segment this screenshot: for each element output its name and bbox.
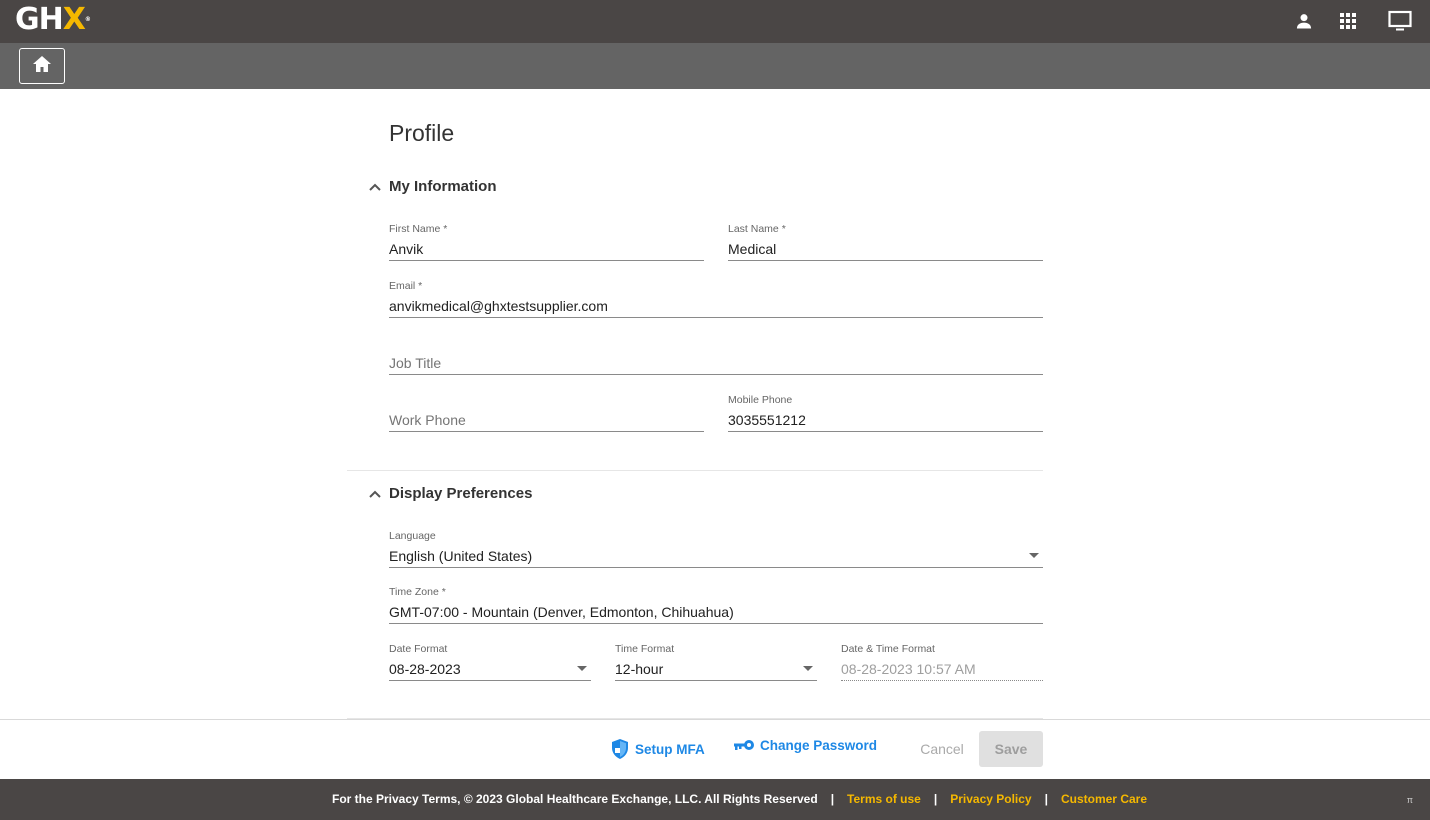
last-name-field[interactable]: Last Name * Medical (728, 221, 1043, 261)
sub-bar (0, 43, 1430, 89)
profile-content: Profile My Information First Name * Anvi… (0, 89, 1430, 720)
key-icon (733, 739, 755, 753)
shield-icon (610, 738, 630, 760)
work-phone-field[interactable]: Work Phone (389, 392, 704, 432)
job-title-placeholder: Job Title (389, 355, 442, 371)
date-format-value: 08-28-2023 (389, 661, 461, 677)
email-label: Email * (389, 280, 423, 292)
last-name-value: Medical (728, 241, 777, 257)
email-value: anvikmedical@ghxtestsupplier.com (389, 298, 608, 314)
apps-grid-icon[interactable] (1336, 9, 1360, 33)
home-icon (32, 55, 52, 78)
date-time-format-field: Date & Time Format 08-28-2023 10:57 AM (841, 641, 1043, 681)
ghx-logo[interactable]: GHX® (15, 2, 91, 38)
privacy-policy-link[interactable]: Privacy Policy (950, 792, 1031, 806)
user-icon[interactable] (1292, 9, 1316, 33)
time-format-label: Time Format (615, 643, 675, 655)
mobile-phone-label: Mobile Phone (728, 394, 793, 406)
logo-trademark: ® (84, 16, 91, 23)
first-name-label: First Name * (389, 223, 448, 235)
footer-separator: | (830, 792, 835, 806)
save-button[interactable]: Save (979, 731, 1043, 767)
first-name-field[interactable]: First Name * Anvik (389, 221, 704, 261)
customer-care-link[interactable]: Customer Care (1061, 792, 1147, 806)
footer-separator: | (1044, 792, 1048, 806)
change-password-button[interactable]: Change Password (733, 738, 877, 753)
date-format-select[interactable]: Date Format 08-28-2023 (389, 641, 591, 681)
pi-link[interactable]: π (1407, 795, 1413, 805)
setup-mfa-button[interactable]: Setup MFA (610, 738, 705, 760)
my-information-toggle[interactable]: My Information (367, 178, 497, 195)
first-name-value: Anvik (389, 241, 424, 257)
chevron-up-icon (367, 486, 383, 502)
footer: For the Privacy Terms, © 2023 Global Hea… (0, 779, 1430, 820)
work-phone-placeholder: Work Phone (389, 412, 466, 428)
email-field[interactable]: Email * anvikmedical@ghxtestsupplier.com (389, 278, 1043, 318)
time-format-select[interactable]: Time Format 12-hour (615, 641, 817, 681)
time-format-value: 12-hour (615, 661, 664, 677)
last-name-label: Last Name * (728, 223, 786, 235)
footer-separator: | (933, 792, 938, 806)
section-title-display-preferences: Display Preferences (389, 485, 533, 502)
terms-of-use-link[interactable]: Terms of use (847, 792, 921, 806)
change-password-label: Change Password (760, 738, 878, 753)
language-label: Language (389, 530, 436, 542)
time-zone-value: GMT-07:00 - Mountain (Denver, Edmonton, … (389, 604, 734, 620)
monitor-icon[interactable] (1388, 9, 1412, 33)
top-bar: GHX® (0, 0, 1430, 43)
action-bar: Setup MFA Change Password Cancel Save (0, 719, 1430, 779)
time-zone-field[interactable]: Time Zone * GMT-07:00 - Mountain (Denver… (389, 584, 1043, 624)
copyright-text: For the Privacy Terms, © 2023 Global Hea… (332, 792, 818, 806)
setup-mfa-label: Setup MFA (635, 741, 705, 757)
time-zone-label: Time Zone * (389, 586, 446, 598)
cancel-button[interactable]: Cancel (912, 731, 972, 767)
footer-links: For the Privacy Terms, © 2023 Global Hea… (332, 792, 1147, 806)
date-time-format-label: Date & Time Format (841, 643, 935, 655)
display-preferences-toggle[interactable]: Display Preferences (367, 485, 532, 502)
job-title-field[interactable]: Job Title (389, 335, 1043, 375)
chevron-up-icon (367, 179, 383, 195)
dropdown-caret-icon (577, 666, 587, 671)
home-button[interactable] (19, 48, 65, 84)
date-time-format-value: 08-28-2023 10:57 AM (841, 661, 976, 677)
page-title: Profile (389, 120, 455, 146)
logo-x: X (62, 2, 86, 37)
date-format-label: Date Format (389, 643, 448, 655)
mobile-phone-value: 3035551212 (728, 412, 806, 428)
language-value: English (United States) (389, 548, 533, 564)
dropdown-caret-icon (1029, 553, 1039, 558)
section-divider (347, 470, 1043, 471)
dropdown-caret-icon (803, 666, 813, 671)
language-select[interactable]: Language English (United States) (389, 528, 1043, 568)
section-title-my-information: My Information (389, 178, 497, 195)
logo-text: GH (15, 2, 64, 37)
mobile-phone-field[interactable]: Mobile Phone 3035551212 (728, 392, 1043, 432)
